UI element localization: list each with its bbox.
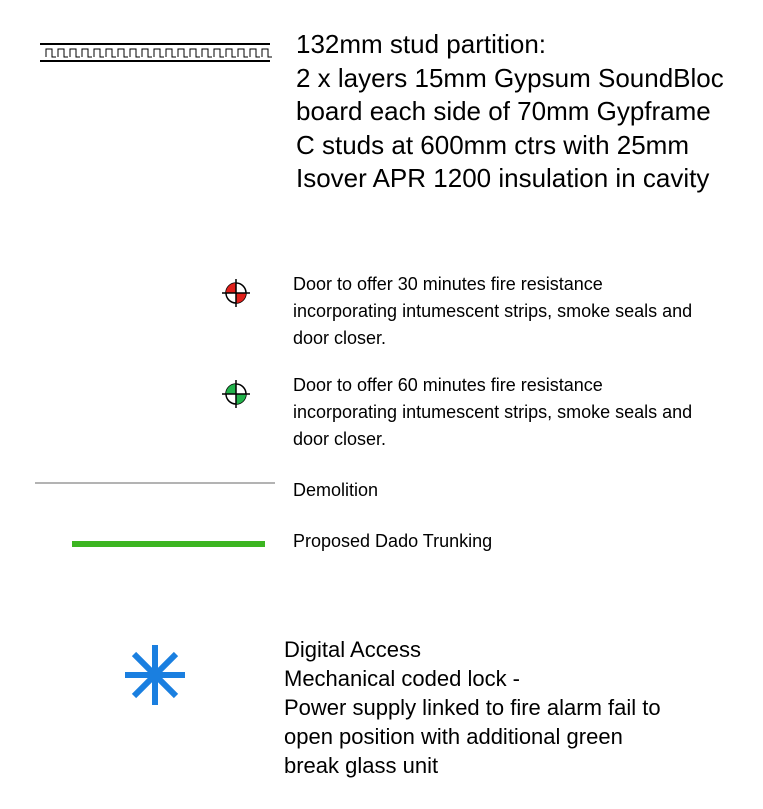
digital-access-line-2: Mechanical coded lock - [284,666,521,691]
demolition-line-symbol [35,482,275,484]
door-30-description: Door to offer 30 minutes fire resistance… [293,271,692,352]
stud-pattern-path [45,48,272,58]
digital-access-description: Digital Access Mechanical coded lock - P… [284,635,661,780]
stud-partition-symbol [40,43,272,62]
partition-line-4: C studs at 600mm ctrs with 25mm [296,129,689,160]
digital-access-line-5: break glass unit [284,753,439,778]
door-30-line-1: Door to offer 30 minutes fire resistance [293,274,603,294]
fire-door-60-icon [222,380,250,408]
digital-access-line-3: Power supply linked to fire alarm fail t… [284,695,661,720]
door-60-description: Door to offer 60 minutes fire resistance… [293,372,692,453]
dado-trunking-label: Proposed Dado Trunking [293,531,493,551]
door-30-line-3: door closer. [293,328,387,348]
digital-access-line-4: open position with additional green [284,724,623,749]
partition-line-2: 2 x layers 15mm Gypsum SoundBloc [296,62,724,93]
partition-description: 132mm stud partition: 2 x layers 15mm Gy… [296,28,724,196]
door-60-line-1: Door to offer 60 minutes fire resistance [293,375,603,395]
demolition-label: Demolition [293,480,379,500]
door-30-line-2: incorporating intumescent strips, smoke … [293,301,693,321]
door-60-line-2: incorporating intumescent strips, smoke … [293,402,693,422]
partition-line-1: 132mm stud partition: [296,29,547,59]
asterisk-icon [125,645,185,705]
fire-door-30-icon [222,279,250,307]
door-60-line-3: door closer. [293,429,387,449]
dado-trunking-line-symbol [72,541,265,547]
partition-line-3: board each side of 70mm Gypframe [296,96,711,126]
digital-access-line-1: Digital Access [284,637,421,662]
partition-line-5: Isover APR 1200 insulation in cavity [296,163,710,193]
